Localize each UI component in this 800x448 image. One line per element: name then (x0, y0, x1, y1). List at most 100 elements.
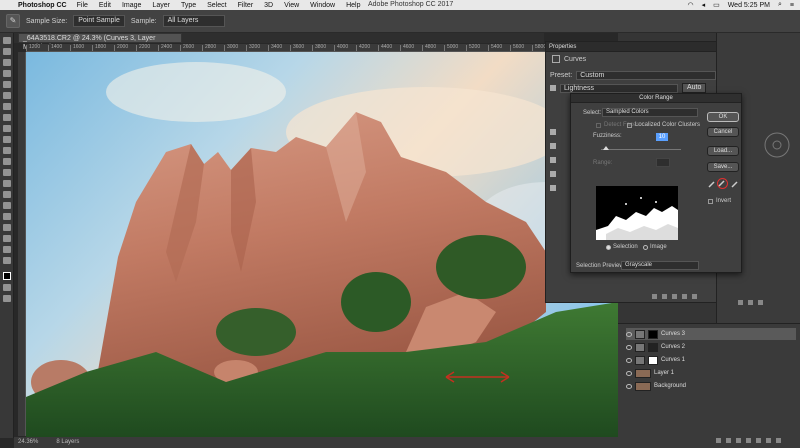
clip-icon[interactable] (652, 294, 657, 299)
zoom-tool-icon[interactable] (2, 246, 11, 253)
delete-icon[interactable] (692, 294, 697, 299)
screen-mode-icon[interactable] (2, 295, 11, 302)
search-icon[interactable]: ⌕ (778, 1, 782, 9)
history-brush-icon[interactable] (2, 136, 11, 143)
visibility-eye-icon[interactable] (626, 383, 632, 389)
fuzziness-slider-knob[interactable] (603, 146, 609, 150)
menu-layer[interactable]: Layer (152, 2, 170, 9)
view-previous-icon[interactable] (662, 294, 667, 299)
invert-checkbox[interactable] (708, 199, 713, 204)
menu-filter[interactable]: Filter (238, 2, 254, 9)
menu-edit[interactable]: Edit (99, 2, 111, 9)
gradient-tool-icon[interactable] (2, 158, 11, 165)
reset-icon[interactable] (672, 294, 677, 299)
pen-tool-icon[interactable] (2, 191, 11, 198)
layer-name[interactable]: Background (654, 383, 686, 389)
new-layer-icon[interactable] (766, 438, 771, 443)
localized-clusters-checkbox[interactable] (627, 123, 632, 128)
range-input[interactable] (656, 158, 670, 167)
add-mask-icon[interactable] (736, 438, 741, 443)
path-select-icon[interactable] (2, 213, 11, 220)
layer-name[interactable]: Layer 1 (654, 370, 674, 376)
subtract-from-sample-eyedropper-icon[interactable] (731, 180, 739, 188)
pencil-icon[interactable] (550, 185, 556, 191)
wifi-icon[interactable]: ◠ (687, 1, 693, 9)
document-canvas[interactable] (26, 52, 618, 437)
lock-icon[interactable] (748, 300, 753, 305)
foreground-color-swatch[interactable] (2, 272, 11, 280)
layer-name[interactable]: Curves 1 (661, 357, 685, 363)
gray-point-eyedropper-icon[interactable] (550, 143, 556, 149)
menu-file[interactable]: File (77, 2, 88, 9)
menu-help[interactable]: Help (346, 2, 360, 9)
doc-info[interactable]: 8 Layers (56, 437, 79, 448)
auto-button[interactable]: Auto (682, 83, 707, 93)
ok-button[interactable]: OK (707, 112, 739, 122)
clock[interactable]: Wed 5:25 PM (728, 2, 770, 9)
document-tab[interactable]: _64A3518.CR2 @ 24.3% (Curves 3, Layer Ma… (18, 33, 182, 51)
layer-style-icon[interactable] (726, 438, 731, 443)
volume-icon[interactable]: ◂ (702, 1, 706, 9)
cancel-button[interactable]: Cancel (707, 127, 739, 137)
sample-size-select[interactable]: Point Sample (73, 15, 125, 27)
blur-tool-icon[interactable] (2, 169, 11, 176)
more-tools-icon[interactable] (2, 257, 11, 264)
shape-tool-icon[interactable] (2, 224, 11, 231)
menu-window[interactable]: Window (310, 2, 335, 9)
brush-tool-icon[interactable] (2, 114, 11, 121)
healing-brush-icon[interactable] (2, 103, 11, 110)
eyedropper-tool-icon[interactable]: ✎ (6, 14, 20, 28)
menu-view[interactable]: View (284, 2, 299, 9)
horizontal-ruler[interactable]: 1200 1400 1600 1800 2000 2200 2400 2600 2800 3000… (26, 44, 616, 52)
preset-select[interactable]: Custom (576, 71, 717, 80)
trash-icon[interactable] (776, 438, 781, 443)
layer-row[interactable]: Curves 1 (626, 354, 796, 366)
layer-name[interactable]: Curves 3 (661, 331, 685, 337)
layer-row[interactable]: Curves 3 (626, 328, 796, 340)
sample-select[interactable]: All Layers (162, 15, 225, 27)
select-dropdown[interactable]: Sampled Colors (602, 108, 698, 117)
eyedropper-icon[interactable] (2, 92, 11, 99)
channel-select[interactable]: Lightness (560, 83, 678, 93)
detect-faces-checkbox[interactable] (596, 123, 601, 128)
lasso-tool-icon[interactable] (2, 59, 11, 66)
zoom-level[interactable]: 24.36% (18, 437, 38, 448)
menu-image[interactable]: Image (122, 2, 141, 9)
new-adjustment-icon[interactable] (746, 438, 751, 443)
menu-select[interactable]: Select (207, 2, 226, 9)
visibility-eye-icon[interactable] (626, 344, 632, 350)
filter-icon[interactable] (738, 300, 743, 305)
fill-icon[interactable] (758, 300, 763, 305)
visibility-eye-icon[interactable] (626, 357, 632, 363)
layer-name[interactable]: Curves 2 (661, 344, 685, 350)
crop-tool-icon[interactable] (2, 81, 11, 88)
eyedropper-icon[interactable] (708, 180, 716, 188)
on-image-adjust-icon[interactable] (550, 85, 556, 91)
visibility-icon[interactable] (682, 294, 687, 299)
layer-row[interactable]: Layer 1 (626, 367, 796, 379)
menu-type[interactable]: Type (181, 2, 196, 9)
new-group-icon[interactable] (756, 438, 761, 443)
image-radio[interactable] (643, 245, 648, 250)
selection-preview-select[interactable]: Grayscale (621, 261, 699, 270)
layer-mask-thumbnail[interactable] (648, 355, 658, 365)
clone-stamp-icon[interactable] (2, 125, 11, 132)
battery-icon[interactable]: ▭ (713, 1, 720, 9)
layer-mask-thumbnail[interactable] (648, 342, 658, 352)
quick-select-tool-icon[interactable] (2, 70, 11, 77)
menu-list-icon[interactable]: ≡ (790, 2, 794, 9)
curve-draw-icon[interactable] (550, 171, 556, 177)
quick-mask-icon[interactable] (2, 284, 11, 291)
add-to-sample-eyedropper-icon[interactable] (717, 178, 728, 189)
link-layers-icon[interactable] (716, 438, 721, 443)
type-tool-icon[interactable] (2, 202, 11, 209)
marquee-tool-icon[interactable] (2, 48, 11, 55)
layer-mask-thumbnail[interactable] (648, 329, 658, 339)
save-button[interactable]: Save... (707, 162, 739, 172)
selection-radio[interactable] (606, 245, 611, 250)
black-point-eyedropper-icon[interactable] (550, 129, 556, 135)
layer-row[interactable]: Curves 2 (626, 341, 796, 353)
vertical-ruler[interactable] (18, 52, 26, 436)
hand-tool-icon[interactable] (2, 235, 11, 242)
eraser-tool-icon[interactable] (2, 147, 11, 154)
